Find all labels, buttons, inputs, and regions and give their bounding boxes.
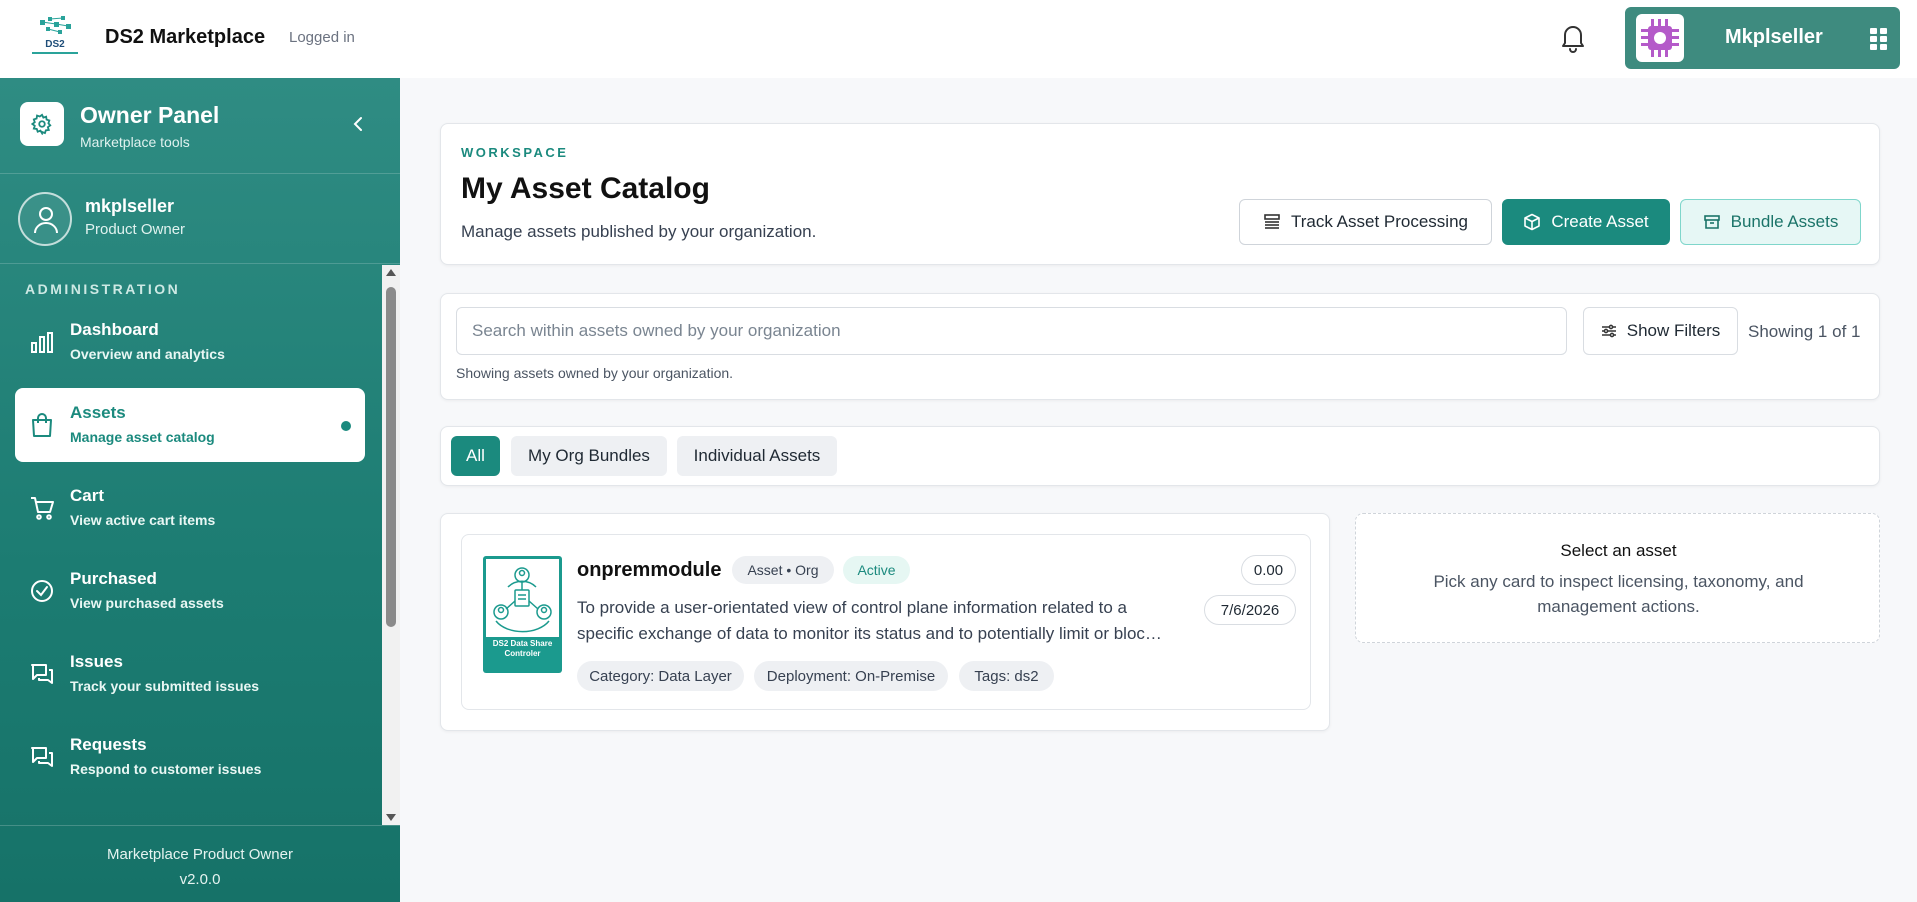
profile-section: mkplseller Product Owner	[0, 174, 400, 264]
chat-icon	[29, 661, 55, 687]
show-filters-button[interactable]: Show Filters	[1583, 307, 1738, 355]
status-badge: Active	[843, 556, 910, 584]
user-name: Mkplseller	[1725, 26, 1823, 48]
results-count: Showing 1 of 1	[1748, 322, 1861, 341]
workspace-header-card: WORKSPACE My Asset Catalog Manage assets…	[440, 123, 1880, 265]
sidebar-item-title: Issues	[70, 652, 123, 671]
archive-box-icon	[1703, 215, 1720, 229]
cart-icon	[29, 495, 55, 521]
workspace-label: WORKSPACE	[461, 145, 569, 160]
bar-chart-icon	[29, 329, 55, 355]
sidebar-item-issues[interactable]: Issues Track your submitted issues	[15, 637, 365, 711]
sidebar-item-subtitle: Respond to customer issues	[70, 761, 262, 777]
asset-name: onpremmodule	[577, 559, 722, 581]
sidebar-item-dashboard[interactable]: Dashboard Overview and analytics	[15, 305, 365, 379]
track-asset-processing-button[interactable]: Track Asset Processing	[1239, 199, 1492, 245]
apps-grid-icon[interactable]	[1869, 27, 1889, 51]
asset-list-card: DS2 Data Share Controler onpremmodule As…	[440, 513, 1330, 731]
list-icon	[1264, 214, 1280, 229]
ds2-logo[interactable]: DS2	[28, 14, 82, 60]
sidebar-item-requests[interactable]: Requests Respond to customer issues	[15, 720, 365, 794]
tab-my-org-bundles[interactable]: My Org Bundles	[511, 436, 667, 476]
button-label: Create Asset	[1551, 212, 1649, 231]
search-hint: Showing assets owned by your organizatio…	[456, 365, 734, 381]
footer-version: v2.0.0	[179, 871, 221, 888]
chat-icon	[29, 744, 55, 770]
tag-deployment: Deployment: On-Premise	[754, 661, 948, 691]
sidebar-footer: Marketplace Product Owner v2.0.0	[0, 825, 400, 902]
login-status: Logged in	[289, 29, 355, 46]
detail-description: Pick any card to inspect licensing, taxo…	[1433, 572, 1804, 616]
page-description: Manage assets published by your organiza…	[461, 222, 817, 241]
create-asset-button[interactable]: Create Asset	[1502, 199, 1670, 245]
section-label: ADMINISTRATION	[25, 281, 181, 297]
sidebar-item-subtitle: View purchased assets	[70, 595, 224, 611]
button-label: Bundle Assets	[1730, 212, 1839, 231]
check-circle-icon	[29, 578, 55, 604]
sliders-icon	[1601, 324, 1616, 338]
user-icon	[18, 192, 72, 246]
shopping-bag-icon	[29, 412, 55, 438]
thumbnail-caption: DS2 Data Share Controler	[492, 639, 553, 658]
brand-title: DS2 Marketplace	[105, 26, 266, 48]
asset-card[interactable]: DS2 Data Share Controler onpremmodule As…	[461, 534, 1311, 710]
search-card: Show Filters Showing 1 of 1 Showing asse…	[440, 293, 1880, 400]
scroll-thumb[interactable]	[386, 287, 396, 627]
tag-category: Category: Data Layer	[577, 661, 744, 691]
top-bar: DS2 DS2 Marketplace Logged in Mkplseller	[0, 0, 1917, 78]
sidebar-item-subtitle: Track your submitted issues	[70, 678, 260, 694]
sidebar-item-assets[interactable]: Assets Manage asset catalog	[15, 388, 365, 462]
footer-role: Marketplace Product Owner	[107, 846, 293, 863]
sidebar-item-title: Cart	[70, 486, 105, 505]
sidebar-item-title: Assets	[70, 403, 126, 422]
sidebar-item-subtitle: View active cart items	[70, 512, 216, 528]
asset-thumbnail: DS2 Data Share Controler	[483, 556, 562, 673]
scroll-up-arrow-icon[interactable]	[386, 269, 396, 276]
scroll-down-arrow-icon[interactable]	[386, 814, 396, 821]
asset-type-badge: Asset • Org	[732, 556, 834, 584]
sidebar-item-subtitle: Manage asset catalog	[70, 429, 215, 445]
collapse-chevron-left-icon[interactable]	[348, 114, 368, 134]
button-label: Track Asset Processing	[1291, 212, 1468, 231]
user-menu[interactable]: Mkplseller	[1625, 7, 1900, 69]
sidebar-header: Owner Panel Marketplace tools	[0, 78, 400, 174]
tag-keywords: Tags: ds2	[959, 661, 1054, 691]
sidebar: Owner Panel Marketplace tools mkplseller…	[0, 78, 400, 902]
sidebar-item-subtitle: Overview and analytics	[70, 346, 225, 362]
price-pill: 0.00	[1241, 555, 1296, 585]
logo-text: DS2	[45, 39, 65, 50]
settings-gear-icon	[20, 102, 64, 146]
detail-title: Select an asset	[1560, 541, 1677, 560]
sidebar-item-cart[interactable]: Cart View active cart items	[15, 471, 365, 545]
bundle-assets-button[interactable]: Bundle Assets	[1680, 199, 1861, 245]
tabs-card: All My Org Bundles Individual Assets	[440, 426, 1880, 486]
tab-individual-assets[interactable]: Individual Assets	[677, 436, 837, 476]
profile-role: Product Owner	[85, 221, 186, 238]
profile-name: mkplseller	[85, 196, 175, 216]
date-pill: 7/6/2026	[1204, 595, 1296, 625]
notification-bell-icon[interactable]	[1558, 22, 1588, 54]
asset-detail-placeholder: Select an asset Pick any card to inspect…	[1355, 513, 1880, 643]
asset-description: To provide a user-orientated view of con…	[577, 598, 1162, 643]
sidebar-item-title: Requests	[70, 735, 147, 754]
asset-search-input[interactable]	[456, 307, 1567, 355]
nav-list: ADMINISTRATION Dashboard Overview and an…	[0, 265, 400, 902]
panel-subtitle: Marketplace tools	[80, 134, 190, 150]
sidebar-item-purchased[interactable]: Purchased View purchased assets	[15, 554, 365, 628]
panel-title: Owner Panel	[80, 102, 220, 128]
active-indicator	[341, 421, 351, 431]
tab-all[interactable]: All	[451, 436, 500, 476]
sidebar-item-title: Purchased	[70, 569, 157, 588]
sidebar-scrollbar[interactable]	[382, 265, 400, 825]
cube-icon	[1524, 213, 1541, 231]
user-avatar	[1636, 14, 1684, 62]
button-label: Show Filters	[1626, 321, 1721, 340]
sidebar-item-title: Dashboard	[70, 320, 159, 339]
page-title: My Asset Catalog	[461, 172, 710, 205]
